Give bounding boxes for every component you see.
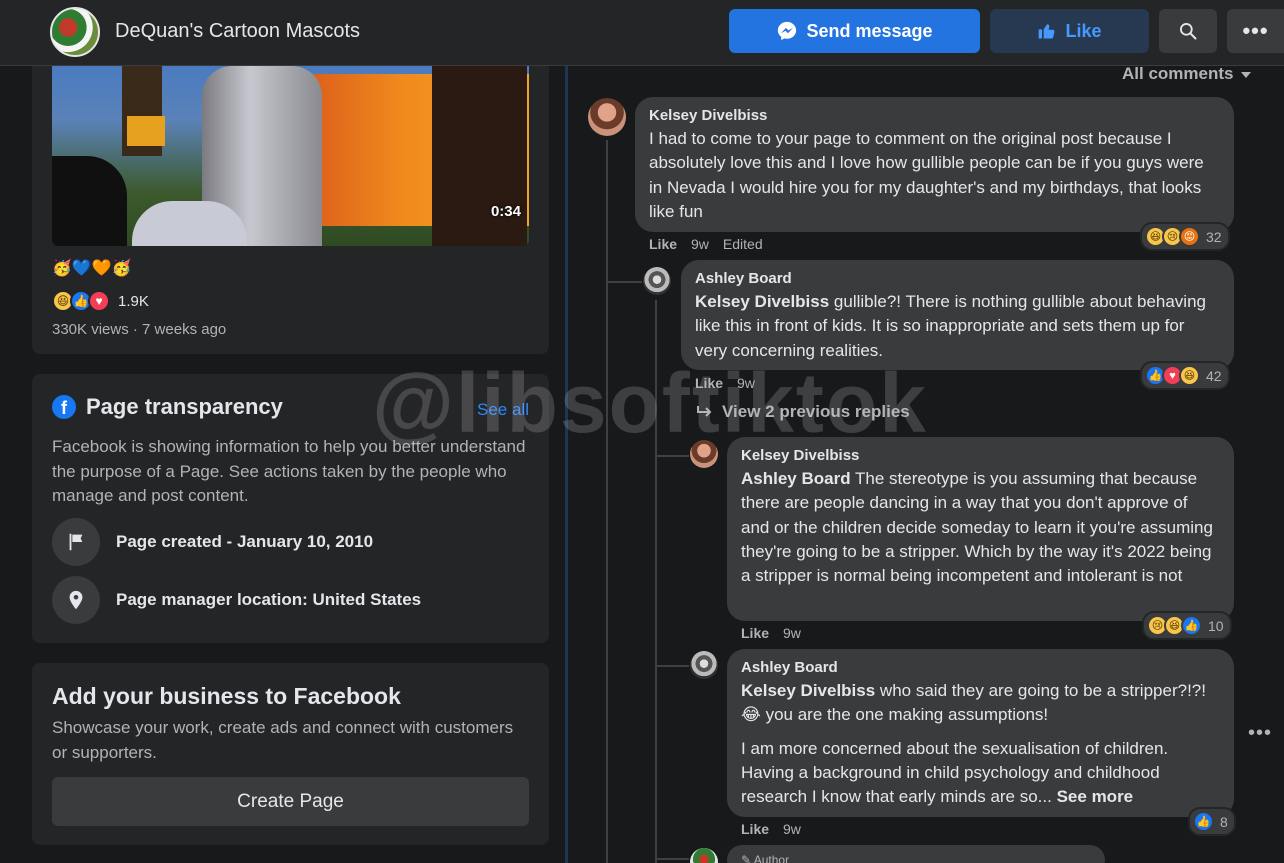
author-badge-label: Author	[753, 853, 790, 863]
location-pin-icon	[52, 576, 100, 624]
view-previous-label: View 2 previous replies	[722, 402, 910, 421]
column-divider	[565, 66, 568, 863]
page-created-row: Page created - January 10, 2010	[52, 518, 373, 566]
see-all-link[interactable]: See all	[477, 400, 529, 420]
avatar[interactable]	[690, 651, 718, 679]
like-reaction-icon: 👍	[1193, 811, 1214, 832]
views-meta: 330K views · 7 weeks ago	[52, 321, 227, 338]
comment-time[interactable]: 9w	[783, 821, 801, 837]
more-dots-icon: •••	[1242, 18, 1269, 43]
avatar[interactable]	[588, 98, 626, 136]
comment-actions: Like 9w Edited	[649, 236, 763, 252]
see-more-link[interactable]: See more	[1057, 787, 1134, 806]
send-message-label: Send message	[806, 20, 933, 41]
comment-like-link[interactable]: Like	[741, 821, 769, 837]
thumbs-up-icon	[1039, 24, 1055, 39]
business-description: Showcase your work, create ads and conne…	[52, 718, 514, 762]
video-duration: 0:34	[490, 203, 521, 220]
page-header: DeQuan's Cartoon Mascots Send message Li…	[0, 0, 1284, 66]
reaction-count: 32	[1206, 228, 1222, 245]
like-reaction-icon: 👍	[1181, 615, 1202, 636]
comment-bubble: Kelsey Divelbiss I had to come to your p…	[635, 97, 1234, 232]
messenger-icon	[778, 21, 797, 41]
comment-author[interactable]: Ashley Board	[695, 269, 1220, 289]
comment-time[interactable]: 9w	[691, 236, 709, 252]
search-button[interactable]	[1159, 9, 1217, 53]
comment-bubble: Ashley Board Kelsey Divelbiss gullible?!…	[681, 260, 1234, 370]
comment-author[interactable]: Ashley Board	[741, 658, 1220, 678]
page-title[interactable]: DeQuan's Cartoon Mascots	[115, 20, 360, 43]
create-page-button[interactable]: Create Page	[52, 777, 529, 826]
send-message-button[interactable]: Send message	[729, 9, 980, 53]
love-reaction-icon: ♥	[88, 290, 110, 312]
comment-bubble: Ashley Board Kelsey Divelbiss who said t…	[727, 649, 1234, 817]
haha-reaction-icon: 😆	[1179, 365, 1200, 386]
flag-icon	[52, 518, 100, 566]
reaction-count: 1.9K	[118, 292, 149, 310]
comment-text: I had to come to your page to comment on…	[649, 129, 1204, 221]
reply-arrow-icon	[697, 406, 712, 417]
comment-reactions[interactable]: 😢 😆 👍 10	[1142, 611, 1232, 640]
video-post-card: 0:34 🥳💙🧡🥳 😆 👍 ♥ 1.9K 330K views · 7 week…	[32, 66, 549, 354]
avatar[interactable]	[690, 440, 718, 468]
avatar[interactable]	[643, 267, 671, 295]
comment-bubble: Kelsey Divelbiss Ashley Board The stereo…	[727, 437, 1234, 621]
view-previous-replies-link[interactable]: View 2 previous replies	[696, 402, 910, 422]
comment-author[interactable]: Kelsey Divelbiss	[741, 446, 1220, 466]
video-player[interactable]: 0:34	[52, 66, 529, 246]
page-created-text: Page created - January 10, 2010	[116, 532, 374, 551]
comment-reactions[interactable]: 😆 😢 😡 32	[1140, 222, 1230, 251]
page-transparency-card: f Page transparency See all Facebook is …	[32, 374, 549, 643]
comments-filter-dropdown[interactable]: All comments	[1122, 64, 1252, 84]
comment-actions: Like 9w	[741, 821, 801, 837]
comment-reactions[interactable]: 👍 8	[1188, 807, 1236, 836]
manager-location-row: Page manager location: United States	[52, 576, 421, 624]
comments-filter-label: All comments	[1122, 64, 1234, 83]
comment-reactions[interactable]: 👍 ♥ 😆 42	[1140, 361, 1230, 390]
comment-like-link[interactable]: Like	[741, 625, 769, 641]
more-options-button[interactable]: •••	[1227, 9, 1284, 53]
business-title: Add your business to Facebook	[52, 683, 401, 709]
edited-label: Edited	[722, 236, 763, 252]
facebook-logo-icon: f	[52, 395, 76, 419]
post-reactions[interactable]: 😆 👍 ♥ 1.9K	[52, 290, 149, 312]
transparency-title: Page transparency	[86, 394, 283, 419]
caret-down-icon	[1241, 72, 1252, 78]
angry-reaction-icon: 😡	[1179, 226, 1200, 247]
comment-like-link[interactable]: Like	[695, 375, 723, 391]
comment-author[interactable]: Kelsey Divelbiss	[649, 106, 1220, 126]
post-caption: 🥳💙🧡🥳	[52, 260, 132, 277]
comment-mention[interactable]: Kelsey Divelbiss	[741, 681, 875, 700]
add-business-card: Add your business to Facebook Showcase y…	[32, 663, 549, 845]
reaction-count: 8	[1220, 813, 1228, 830]
author-badge: ✎ Author	[727, 845, 1105, 863]
comment-options-icon[interactable]: •••	[1248, 722, 1272, 745]
comment-time[interactable]: 9w	[783, 625, 801, 641]
comment-mention[interactable]: Kelsey Divelbiss	[695, 292, 829, 311]
like-page-label: Like	[1065, 20, 1102, 41]
manager-location-text: Page manager location: United States	[116, 590, 422, 609]
comment-actions: Like 9w	[695, 375, 755, 391]
comment-time[interactable]: 9w	[737, 375, 755, 391]
reaction-count: 42	[1206, 367, 1222, 384]
comment-actions: Like 9w	[741, 625, 801, 641]
page-avatar[interactable]	[50, 7, 100, 57]
avatar[interactable]	[690, 848, 718, 863]
search-icon	[1180, 23, 1197, 40]
like-page-button[interactable]: Like	[990, 9, 1149, 53]
comment-like-link[interactable]: Like	[649, 236, 677, 252]
reaction-count: 10	[1208, 617, 1224, 634]
transparency-description: Facebook is showing information to help …	[52, 437, 526, 505]
comment-mention[interactable]: Ashley Board	[741, 469, 851, 488]
